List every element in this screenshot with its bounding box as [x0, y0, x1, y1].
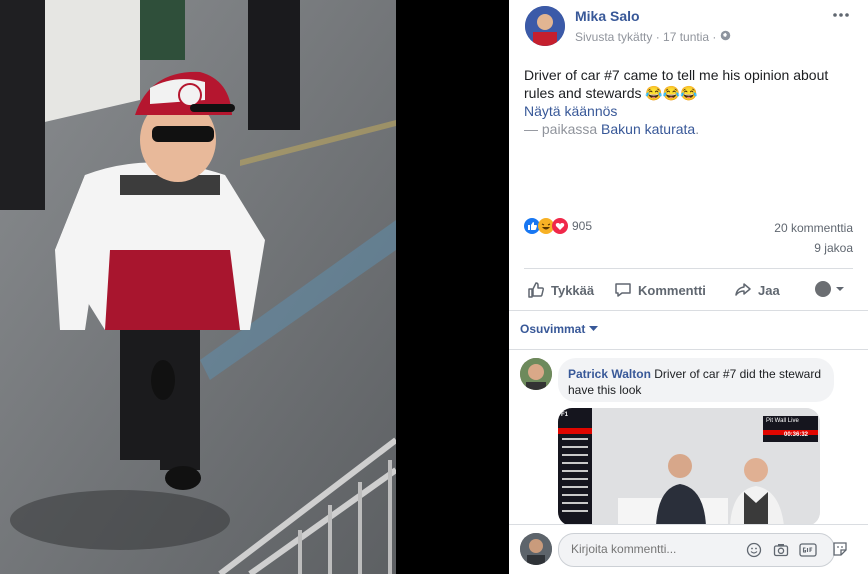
share-label: Jaa [758, 282, 780, 298]
location-prefix: — paikassa [524, 121, 598, 137]
comment-icon [615, 283, 631, 297]
post-text-block: Driver of car #7 came to tell me his opi… [524, 66, 854, 102]
love-reaction-icon [552, 218, 568, 234]
share-button[interactable]: Jaa [734, 280, 780, 300]
post-options-button[interactable] [830, 8, 852, 22]
location-line: — paikassa Bakun katurata. [524, 121, 699, 137]
chevron-down-icon [836, 287, 844, 291]
comment-body: Patrick Walton Driver of car #7 did the … [568, 366, 828, 398]
globe-icon [720, 30, 731, 44]
divider [524, 268, 853, 269]
pitwall-screenshot-illustration [558, 408, 820, 526]
post-side-panel: Mika Salo Sivusta tykätty · 17 tuntia · … [509, 0, 868, 574]
comment-sort-label: Osuvimmat [520, 322, 586, 336]
laughing-emojis: 😂😂😂 [645, 85, 698, 101]
post-meta-row: Sivusta tykätty · 17 tuntia · [575, 30, 731, 44]
emoji-icon[interactable] [746, 542, 762, 558]
shares-count[interactable]: 9 jakoa [814, 241, 853, 255]
driver-photo-illustration [0, 0, 396, 574]
author-avatar-image [525, 6, 565, 46]
author-avatar[interactable] [525, 6, 565, 46]
comments-count[interactable]: 20 kommenttia [774, 221, 853, 235]
overlay-live: Pit Wall Live [766, 418, 799, 424]
post-photo[interactable] [0, 0, 396, 574]
divider [509, 349, 868, 350]
overlay-brand: F1 [561, 412, 569, 418]
viewer-avatar-small [815, 281, 831, 297]
thumbs-up-icon [528, 282, 544, 298]
more-horizontal-icon [833, 13, 849, 17]
viewer-avatar-image [520, 533, 552, 565]
divider [509, 310, 868, 311]
location-link[interactable]: Bakun katurata [601, 121, 695, 137]
commenter-avatar-image [520, 358, 552, 390]
post-meta[interactable]: Sivusta tykätty · 17 tuntia · [575, 30, 716, 44]
comment-author[interactable]: Patrick Walton [568, 367, 651, 381]
caret-down-icon [589, 326, 599, 331]
comment-sort-dropdown[interactable]: Osuvimmat [520, 322, 599, 336]
reactions-count[interactable]: 905 [572, 219, 592, 233]
reactions-summary[interactable]: 905 [524, 218, 592, 234]
like-button[interactable]: Tykkää [527, 280, 594, 300]
like-label: Tykkää [551, 282, 595, 298]
viewer-avatar [520, 533, 552, 565]
comment-label: Kommentti [638, 282, 706, 298]
comment-input-field[interactable] [569, 541, 733, 557]
camera-icon[interactable] [773, 542, 789, 558]
gif-icon[interactable] [799, 542, 817, 558]
sticker-icon[interactable] [832, 541, 848, 557]
comment-attachment-image[interactable]: F1 Pit Wall Live 00:36:32 [558, 408, 820, 526]
post-as-selector[interactable] [815, 281, 845, 297]
overlay-timer: 00:36:32 [784, 432, 809, 438]
author-name[interactable]: Mika Salo [575, 8, 640, 24]
comment-button[interactable]: Kommentti [614, 280, 706, 300]
commenter-avatar[interactable] [520, 358, 552, 390]
comment-input[interactable] [558, 533, 835, 567]
share-icon [735, 283, 751, 296]
location-suffix: . [695, 121, 700, 137]
translate-link[interactable]: Näytä käännös [524, 103, 617, 119]
